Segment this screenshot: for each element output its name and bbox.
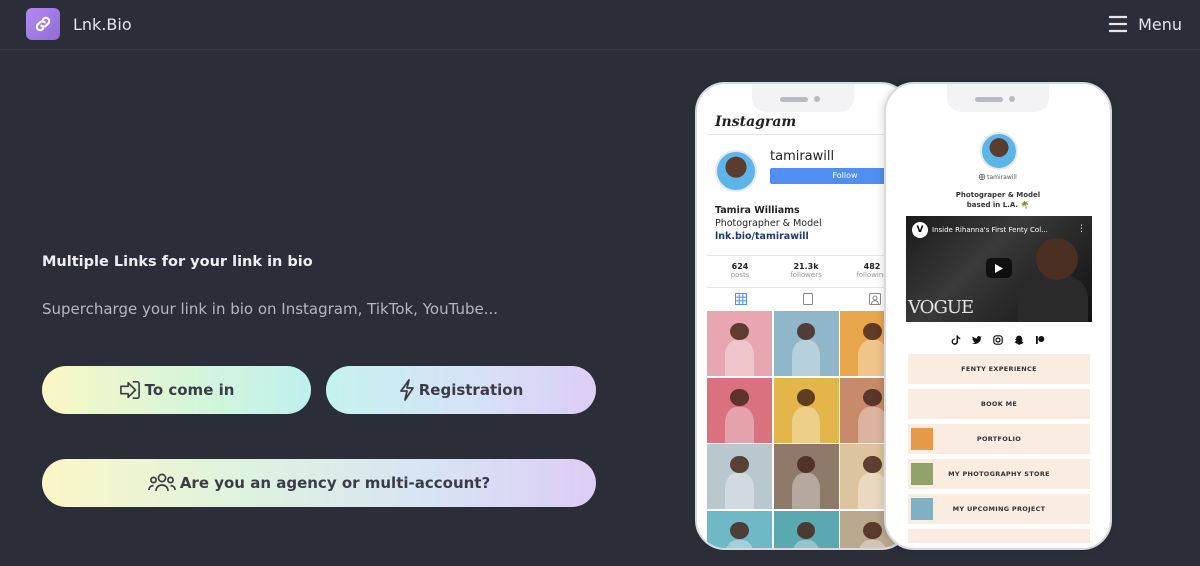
link-button-partial <box>908 529 1090 543</box>
grid-icon <box>734 293 747 305</box>
instagram-role: Photographer & Model <box>715 218 822 229</box>
instagram-icon <box>979 174 985 180</box>
link-button: MY PHOTOGRAPHY STORE <box>908 459 1090 489</box>
stat-value: 21.3k <box>793 262 819 271</box>
instagram-phone-mockup: Instagram tamirawill Follow Tamira Willi… <box>695 82 911 550</box>
link-button: MY UPCOMING PROJECT <box>908 494 1090 524</box>
hero-subline: Supercharge your link in bio on Instagra… <box>42 300 499 318</box>
divider <box>707 134 909 135</box>
patreon-icon <box>1035 330 1045 344</box>
stat-label: posts <box>730 271 750 279</box>
top-navbar: Lnk.Bio Menu <box>0 0 1200 50</box>
brand-name[interactable]: Lnk.Bio <box>73 15 132 34</box>
photo-grid <box>707 311 909 548</box>
link-button-label: FENTY EXPERIENCE <box>961 365 1037 373</box>
instagram-wordmark: Instagram <box>715 114 797 130</box>
link-thumbnail <box>911 498 933 520</box>
login-label: To come in <box>144 381 235 399</box>
registration-button[interactable]: Registration <box>326 366 596 414</box>
link-button: FENTY EXPERIENCE <box>908 354 1090 384</box>
avatar <box>980 132 1018 170</box>
tab-feed <box>774 288 841 310</box>
link-thumbnail <box>911 428 933 450</box>
users-icon <box>147 473 176 492</box>
link-button-label: MY UPCOMING PROJECT <box>952 505 1046 513</box>
link-button: PORTFOLIO <box>908 424 1090 454</box>
stat-followers: 21.3k followers <box>776 262 836 279</box>
divider <box>707 255 909 256</box>
menu-label: Menu <box>1138 14 1182 34</box>
hero-headline: Multiple Links for your link in bio <box>42 254 313 270</box>
phone-notch <box>947 84 1049 112</box>
video-thumbnail-figure <box>1018 274 1088 322</box>
lnkbio-handle: tamirawill <box>987 174 1017 181</box>
embedded-video: V Inside Rihanna's First Fenty Col... ⋮ … <box>906 216 1092 322</box>
hamburger-icon <box>1109 15 1128 33</box>
instagram-full-name: Tamira Williams <box>715 205 800 216</box>
video-title: Inside Rihanna's First Fenty Col... <box>932 226 1048 234</box>
play-icon <box>986 258 1012 278</box>
lnkbio-bio-line2: based in L.A. 🌴 <box>966 201 1030 209</box>
video-brand: VOGUE <box>908 297 974 318</box>
more-options-icon: ⋮ <box>1077 224 1086 234</box>
agency-button[interactable]: Are you an agency or multi-account? <box>42 459 596 507</box>
stat-value: 624 <box>731 262 749 271</box>
registration-label: Registration <box>418 381 524 399</box>
menu-button[interactable]: Menu <box>1108 11 1182 37</box>
logo[interactable] <box>26 8 60 40</box>
lnkbio-handle-row: tamirawill <box>886 174 1110 181</box>
social-icons-row <box>886 330 1110 345</box>
lnkbio-bio-line1: Photograper & Model <box>955 191 1041 199</box>
phone-notch <box>752 84 854 112</box>
lightning-icon <box>399 379 414 401</box>
instagram-username: tamirawill <box>770 149 835 164</box>
link-icon <box>35 16 51 32</box>
snapchat-icon <box>1014 330 1024 345</box>
link-button: BOOK ME <box>908 389 1090 419</box>
login-button[interactable]: To come in <box>42 366 311 414</box>
instagram-icon <box>993 330 1003 345</box>
photo-tile <box>707 510 772 548</box>
sign-in-icon <box>119 381 140 399</box>
photo-tile <box>773 510 839 548</box>
photo-tile <box>773 444 839 509</box>
photo-tile <box>707 311 772 376</box>
photo-tile <box>707 377 772 443</box>
link-button-label: BOOK ME <box>980 400 1018 408</box>
twitter-icon <box>972 330 982 344</box>
link-button-label: PORTFOLIO <box>976 435 1022 443</box>
instagram-bio-link: lnk.bio/tamirawill <box>715 231 809 242</box>
photo-tile <box>773 377 839 443</box>
stat-label: followers <box>790 271 822 279</box>
agency-label: Are you an agency or multi-account? <box>179 474 491 492</box>
tiktok-icon <box>951 330 961 345</box>
link-thumbnail <box>911 463 933 485</box>
instagram-tabs <box>707 288 909 310</box>
avatar <box>715 150 757 192</box>
tab-grid <box>707 288 774 310</box>
stat-posts: 624 posts <box>710 262 770 279</box>
video-thumbnail-figure <box>1036 238 1078 280</box>
link-button-label: MY PHOTOGRAPHY STORE <box>948 470 1050 478</box>
vogue-logo-icon: V <box>912 222 928 238</box>
photo-tile <box>773 311 839 376</box>
lnkbio-phone-mockup: tamirawill Photograper & Model based in … <box>884 82 1112 550</box>
photo-tile <box>707 444 772 509</box>
feed-icon <box>802 293 813 305</box>
tagged-icon <box>869 293 882 305</box>
